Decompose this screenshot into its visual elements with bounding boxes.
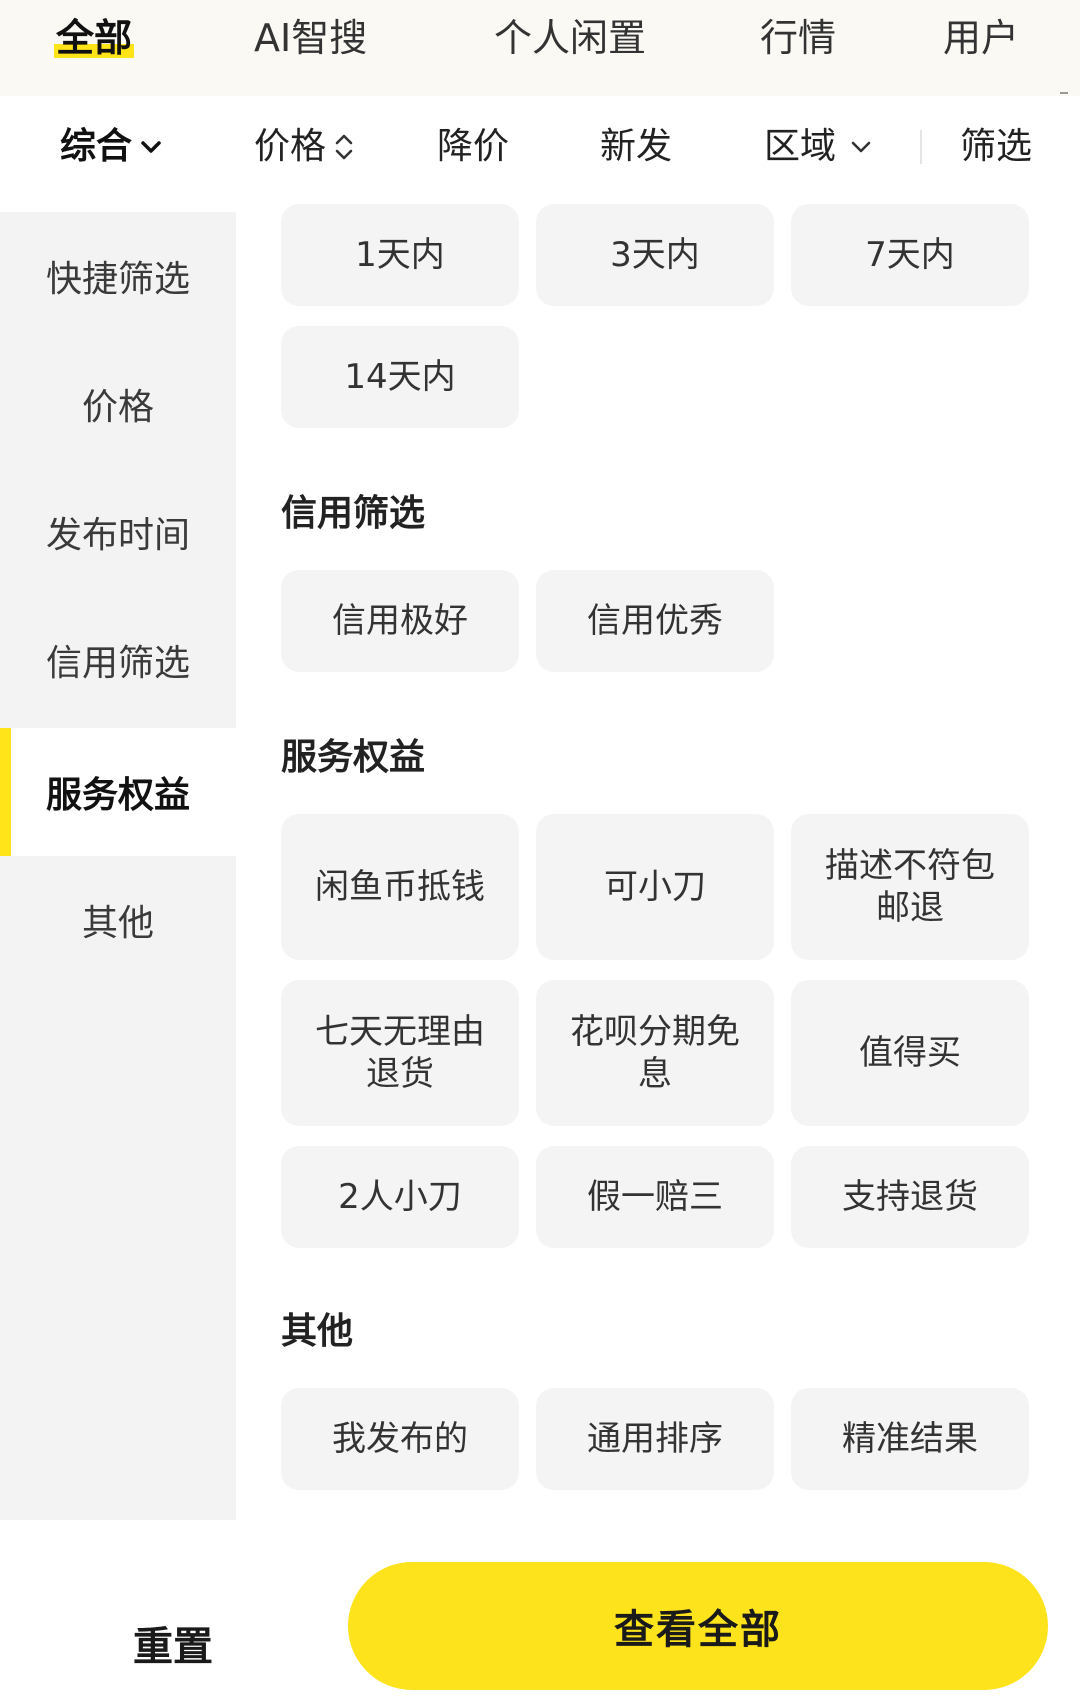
option-chip[interactable]: 值得买 — [791, 980, 1029, 1126]
reset-button[interactable]: 重置 — [60, 1588, 286, 1698]
sidebar-item-price[interactable]: 价格 — [0, 340, 236, 468]
filter-button[interactable]: 筛选 — [960, 118, 1032, 176]
filter-category-sidebar: 快捷筛选 价格 发布时间 信用筛选 服务权益 其他 — [0, 212, 236, 1520]
option-chip[interactable]: 闲鱼币抵钱 — [281, 814, 519, 960]
option-chip[interactable]: 可小刀 — [536, 814, 774, 960]
sort-price-drop-button[interactable]: 降价 — [437, 118, 509, 176]
edge-divider — [1060, 92, 1068, 94]
chevron-down-icon — [141, 141, 161, 153]
sort-bar: 综合 价格 降价 新发 区域 筛选 — [0, 96, 1080, 198]
bottom-action-bar: 重置 查看全部 — [0, 1520, 1080, 1707]
filter-options-panel: 1天内 3天内 7天内 14天内 信用筛选 信用极好 信用优秀 服务权益 闲鱼币… — [236, 198, 1080, 1520]
sort-region-button[interactable]: 区域 — [764, 118, 872, 176]
category-tabs: 全部 AI智搜 个人闲置 行情 用户 — [0, 0, 1080, 96]
option-chip[interactable]: 精准结果 — [791, 1388, 1029, 1490]
tab-market[interactable]: 行情 — [760, 8, 836, 68]
option-chip[interactable]: 描述不符包邮退 — [791, 814, 1029, 960]
tab-all[interactable]: 全部 — [54, 8, 135, 68]
option-chip[interactable]: 信用优秀 — [536, 570, 774, 672]
option-chip[interactable]: 假一赔三 — [536, 1146, 774, 1248]
sort-new-button[interactable]: 新发 — [600, 118, 672, 176]
section-title-other: 其他 — [281, 1311, 354, 1352]
tab-ai-search[interactable]: AI智搜 — [254, 8, 367, 68]
sort-updown-icon — [335, 134, 353, 160]
sidebar-item-quick-filter[interactable]: 快捷筛选 — [0, 212, 236, 340]
active-indicator — [0, 728, 11, 856]
sidebar-item-credit-filter[interactable]: 信用筛选 — [0, 596, 236, 724]
option-chip[interactable]: 七天无理由退货 — [281, 980, 519, 1126]
sort-price-button[interactable]: 价格 — [254, 118, 354, 176]
chevron-down-icon — [851, 141, 871, 153]
section-title-service: 服务权益 — [281, 737, 426, 778]
sidebar-item-publish-time[interactable]: 发布时间 — [0, 468, 236, 596]
filter-divider — [920, 130, 922, 164]
option-chip[interactable]: 2人小刀 — [281, 1146, 519, 1248]
view-all-button[interactable]: 查看全部 — [348, 1562, 1048, 1690]
option-chip[interactable]: 14天内 — [281, 326, 519, 428]
option-chip[interactable]: 7天内 — [791, 204, 1029, 306]
tab-users[interactable]: 用户 — [943, 8, 1019, 68]
sort-comprehensive-button[interactable]: 综合 — [60, 118, 162, 176]
option-chip[interactable]: 3天内 — [536, 204, 774, 306]
option-chip[interactable]: 1天内 — [281, 204, 519, 306]
tab-personal-idle[interactable]: 个人闲置 — [494, 8, 646, 68]
section-title-credit: 信用筛选 — [281, 493, 426, 534]
sidebar-item-other[interactable]: 其他 — [0, 856, 236, 984]
option-chip[interactable]: 信用极好 — [281, 570, 519, 672]
option-chip[interactable]: 花呗分期免息 — [536, 980, 774, 1126]
option-chip[interactable]: 支持退货 — [791, 1146, 1029, 1248]
sidebar-item-service-benefits[interactable]: 服务权益 — [0, 728, 236, 856]
option-chip[interactable]: 通用排序 — [536, 1388, 774, 1490]
option-chip[interactable]: 我发布的 — [281, 1388, 519, 1490]
